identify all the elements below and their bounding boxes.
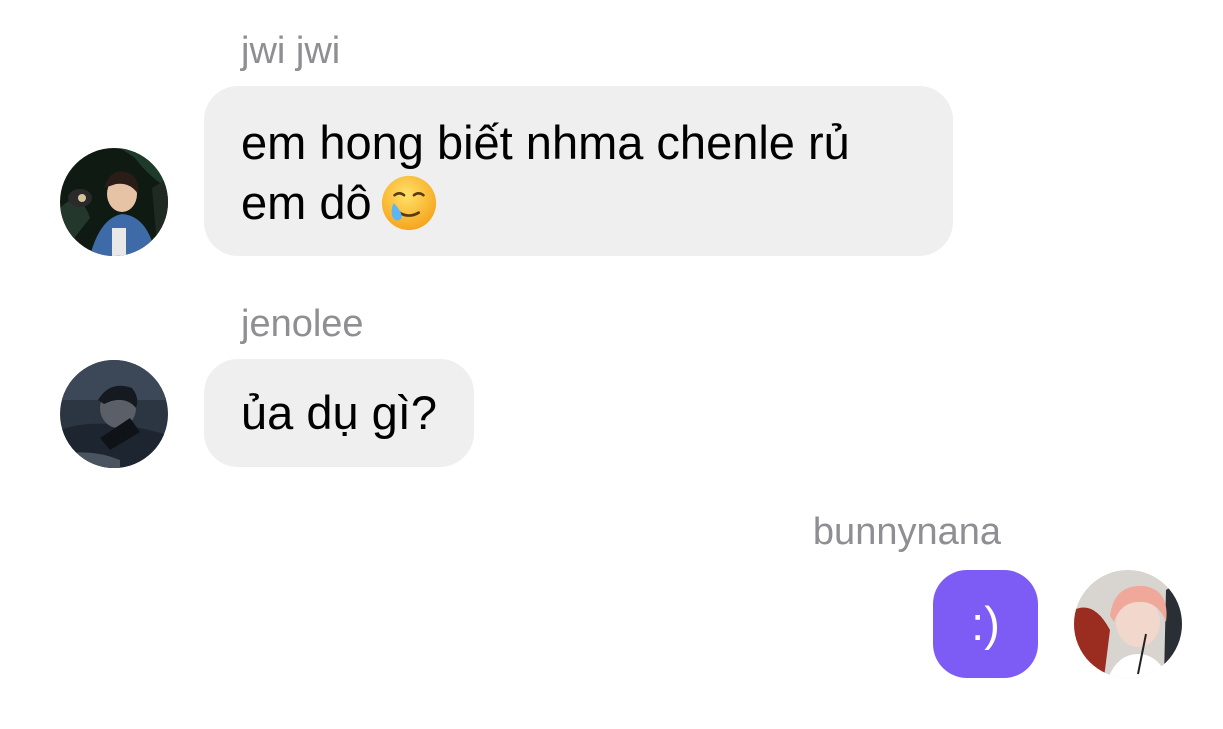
message-text: em hong biết nhma chenle rủ xyxy=(241,116,850,169)
avatar[interactable] xyxy=(1074,570,1182,678)
bunnynana-avatar-photo xyxy=(1074,570,1182,678)
jwi-jwi-avatar-photo xyxy=(60,148,168,256)
message-text-line2: em dô xyxy=(241,173,916,236)
jenolee-avatar-photo xyxy=(60,360,168,468)
message-bubble-outgoing[interactable]: :) xyxy=(933,570,1038,678)
smiling-face-with-tear-icon xyxy=(381,175,436,230)
sender-name: jwi jwi xyxy=(241,30,341,72)
message-bubble[interactable]: em hong biết nhma chenle rủ em dô xyxy=(204,86,953,256)
message-text: ủa dụ gì? xyxy=(241,386,438,439)
message-text: :) xyxy=(971,597,1000,650)
sender-name: jenolee xyxy=(241,303,364,345)
avatar[interactable] xyxy=(60,360,168,468)
message-bubble[interactable]: ủa dụ gì? xyxy=(204,359,475,467)
sender-name: bunnynana xyxy=(812,511,1001,553)
avatar[interactable] xyxy=(60,148,168,256)
